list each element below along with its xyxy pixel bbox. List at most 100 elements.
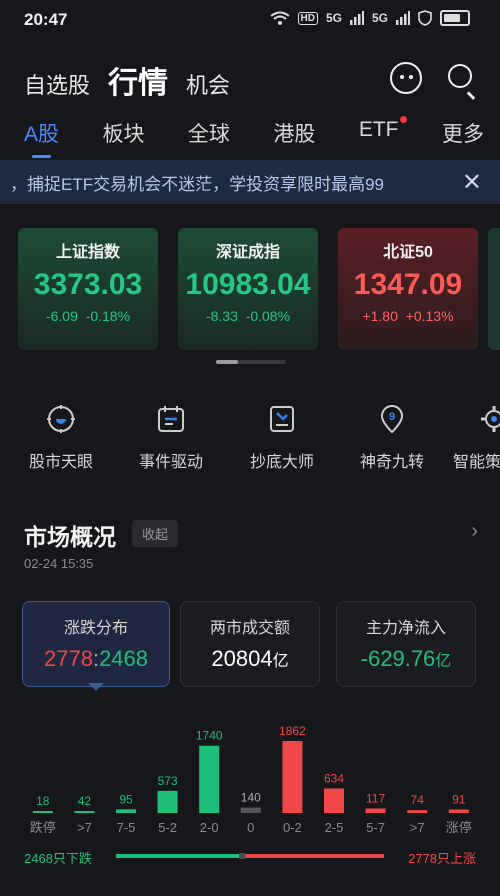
tab-a-share[interactable]: A股 xyxy=(24,118,59,158)
top-nav: 自选股 行情 机会 xyxy=(24,58,230,102)
dist-category-label: >7 xyxy=(410,820,425,835)
bottom-fishing-icon xyxy=(270,406,294,432)
index-value: 3373.03 xyxy=(33,268,143,301)
index-value: 1347.09 xyxy=(353,268,463,301)
dist-value-label: 18 xyxy=(36,794,50,808)
dist-value-label: 634 xyxy=(324,771,344,785)
dist-bar xyxy=(240,807,261,813)
dist-value-label: 1862 xyxy=(279,724,306,738)
stat-title: 两市成交额 xyxy=(209,620,290,637)
eye-target-icon xyxy=(47,405,75,433)
dist-category-label: 0-2 xyxy=(283,820,302,835)
nav-market[interactable]: 行情 xyxy=(108,58,168,102)
tool-label: 事件驱动 xyxy=(138,454,203,471)
dist-bar xyxy=(448,809,469,813)
tab-more[interactable]: 更多 xyxy=(442,118,484,148)
index-name: 北证50 xyxy=(383,244,433,261)
promo-banner[interactable]: ，捕捉ETF交易机会不迷茫，学投资享限时最高99 ✕ xyxy=(0,160,500,204)
hd-icon: HD xyxy=(297,11,318,25)
stat-turnover[interactable]: 两市成交额 20804亿 xyxy=(180,601,320,687)
index-card-shenzhen[interactable]: 深证成指 10983.04 -8.33 -0.08% xyxy=(178,228,318,350)
tool-smart-strategy[interactable]: 智能策 xyxy=(445,404,500,472)
tool-bottom-master[interactable]: 抄底大师 xyxy=(232,404,332,472)
dist-value-label: 140 xyxy=(241,791,261,805)
dist-category-label: 5-7 xyxy=(366,820,385,835)
dist-bar xyxy=(157,790,178,813)
banner-text: ，捕捉ETF交易机会不迷茫，学投资享限时最高99 xyxy=(10,174,385,194)
dist-value-label: 91 xyxy=(452,792,466,806)
index-card-beijing50[interactable]: 北证50 1347.09 +1.80 +0.13% xyxy=(338,228,478,350)
tab-etf[interactable]: ETF xyxy=(358,116,407,148)
gear-icon xyxy=(481,406,500,432)
index-value: 10983.04 xyxy=(185,268,311,301)
tool-market-eye[interactable]: 股市天眼 xyxy=(11,404,111,472)
tool-label: 智能策 xyxy=(453,454,500,471)
dist-category-label: >7 xyxy=(77,820,92,835)
collapse-button[interactable]: 收起 xyxy=(132,520,179,547)
dist-bar xyxy=(74,811,95,813)
shield-icon xyxy=(418,10,432,26)
stat-pointer xyxy=(88,683,104,691)
dist-category-label: 涨停 xyxy=(446,820,472,835)
signal-5g-icon: 5G xyxy=(371,11,388,25)
dist-category-label: 跌停 xyxy=(30,820,56,835)
stat-main-net-inflow[interactable]: 主力净流入 -629.76亿 xyxy=(336,601,476,687)
stat-up-down-distribution[interactable]: 涨跌分布 2778:2468 xyxy=(22,601,170,687)
dist-value-label: 74 xyxy=(411,793,425,807)
stat-value: -629.76亿 xyxy=(360,646,452,671)
index-name: 上证指数 xyxy=(55,244,120,261)
signal-bars-icon xyxy=(396,11,410,25)
svg-text:9: 9 xyxy=(389,411,395,423)
wifi-icon xyxy=(269,11,290,25)
index-change: -6.09 -0.18% xyxy=(45,308,131,324)
stat-title: 涨跌分布 xyxy=(63,620,128,637)
ratio-down-segment xyxy=(116,854,240,858)
tab-sector[interactable]: 板块 xyxy=(102,118,144,148)
tab-etf-label: ETF xyxy=(358,118,399,141)
stat-value: 20804亿 xyxy=(211,646,289,671)
tab-global[interactable]: 全球 xyxy=(188,118,230,148)
dist-bar xyxy=(324,788,344,813)
tool-label: 神奇九转 xyxy=(359,454,424,471)
index-card-peek[interactable] xyxy=(488,228,500,350)
down-count-label: 2468只下跌 xyxy=(24,851,92,866)
market-tabs: A股 板块 全球 港股 ETF 更多 xyxy=(24,116,484,158)
tool-magic-nine[interactable]: 9 神奇九转 xyxy=(342,404,442,472)
ratio-gap xyxy=(239,853,246,859)
index-card-shanghai[interactable]: 上证指数 3373.03 -6.09 -0.18% xyxy=(18,228,158,350)
status-time: 20:47 xyxy=(24,10,68,29)
dist-bar xyxy=(199,745,220,813)
notification-dot-icon xyxy=(399,116,407,123)
tab-hk[interactable]: 港股 xyxy=(273,118,315,148)
chevron-right-icon[interactable]: › xyxy=(471,520,478,543)
dist-value-label: 95 xyxy=(119,792,133,806)
dist-category-label: 2-5 xyxy=(325,820,344,835)
robot-face-icon[interactable] xyxy=(390,62,422,94)
battery-icon xyxy=(440,10,470,26)
dist-category-label: 5-2 xyxy=(158,820,177,835)
dist-bar xyxy=(32,811,53,813)
search-icon[interactable] xyxy=(448,64,472,88)
dist-value-label: 42 xyxy=(78,794,92,808)
dist-bar xyxy=(365,808,386,813)
distribution-chart: 18 跌停 42 >7 95 7-5 573 5-2 1740 2-0 140 0 1862 0-2 634… xyxy=(30,724,472,835)
dist-category-label: 0 xyxy=(247,820,254,835)
up-count-label: 2778只上涨 xyxy=(408,851,476,866)
up-down-ratio-bar xyxy=(116,853,384,859)
dist-bar xyxy=(407,810,428,813)
dist-value-label: 573 xyxy=(158,774,178,788)
close-icon[interactable]: ✕ xyxy=(462,168,482,197)
index-change: -8.33 -0.08% xyxy=(205,308,291,324)
tool-event-driven[interactable]: 事件驱动 xyxy=(121,404,221,472)
dist-category-label: 7-5 xyxy=(117,820,136,835)
nine-pin-icon: 9 xyxy=(380,405,404,434)
signal-5g-icon: 5G xyxy=(325,11,342,25)
signal-bars-icon xyxy=(349,11,364,25)
dist-category-label: 2-0 xyxy=(200,820,219,835)
dist-bar xyxy=(282,741,303,813)
dist-bar xyxy=(116,809,136,813)
nav-opportunity[interactable]: 机会 xyxy=(186,68,230,100)
tool-label: 抄底大师 xyxy=(249,454,314,471)
nav-watchlist[interactable]: 自选股 xyxy=(24,68,90,100)
status-icons: HD 5G 5G xyxy=(269,10,470,26)
